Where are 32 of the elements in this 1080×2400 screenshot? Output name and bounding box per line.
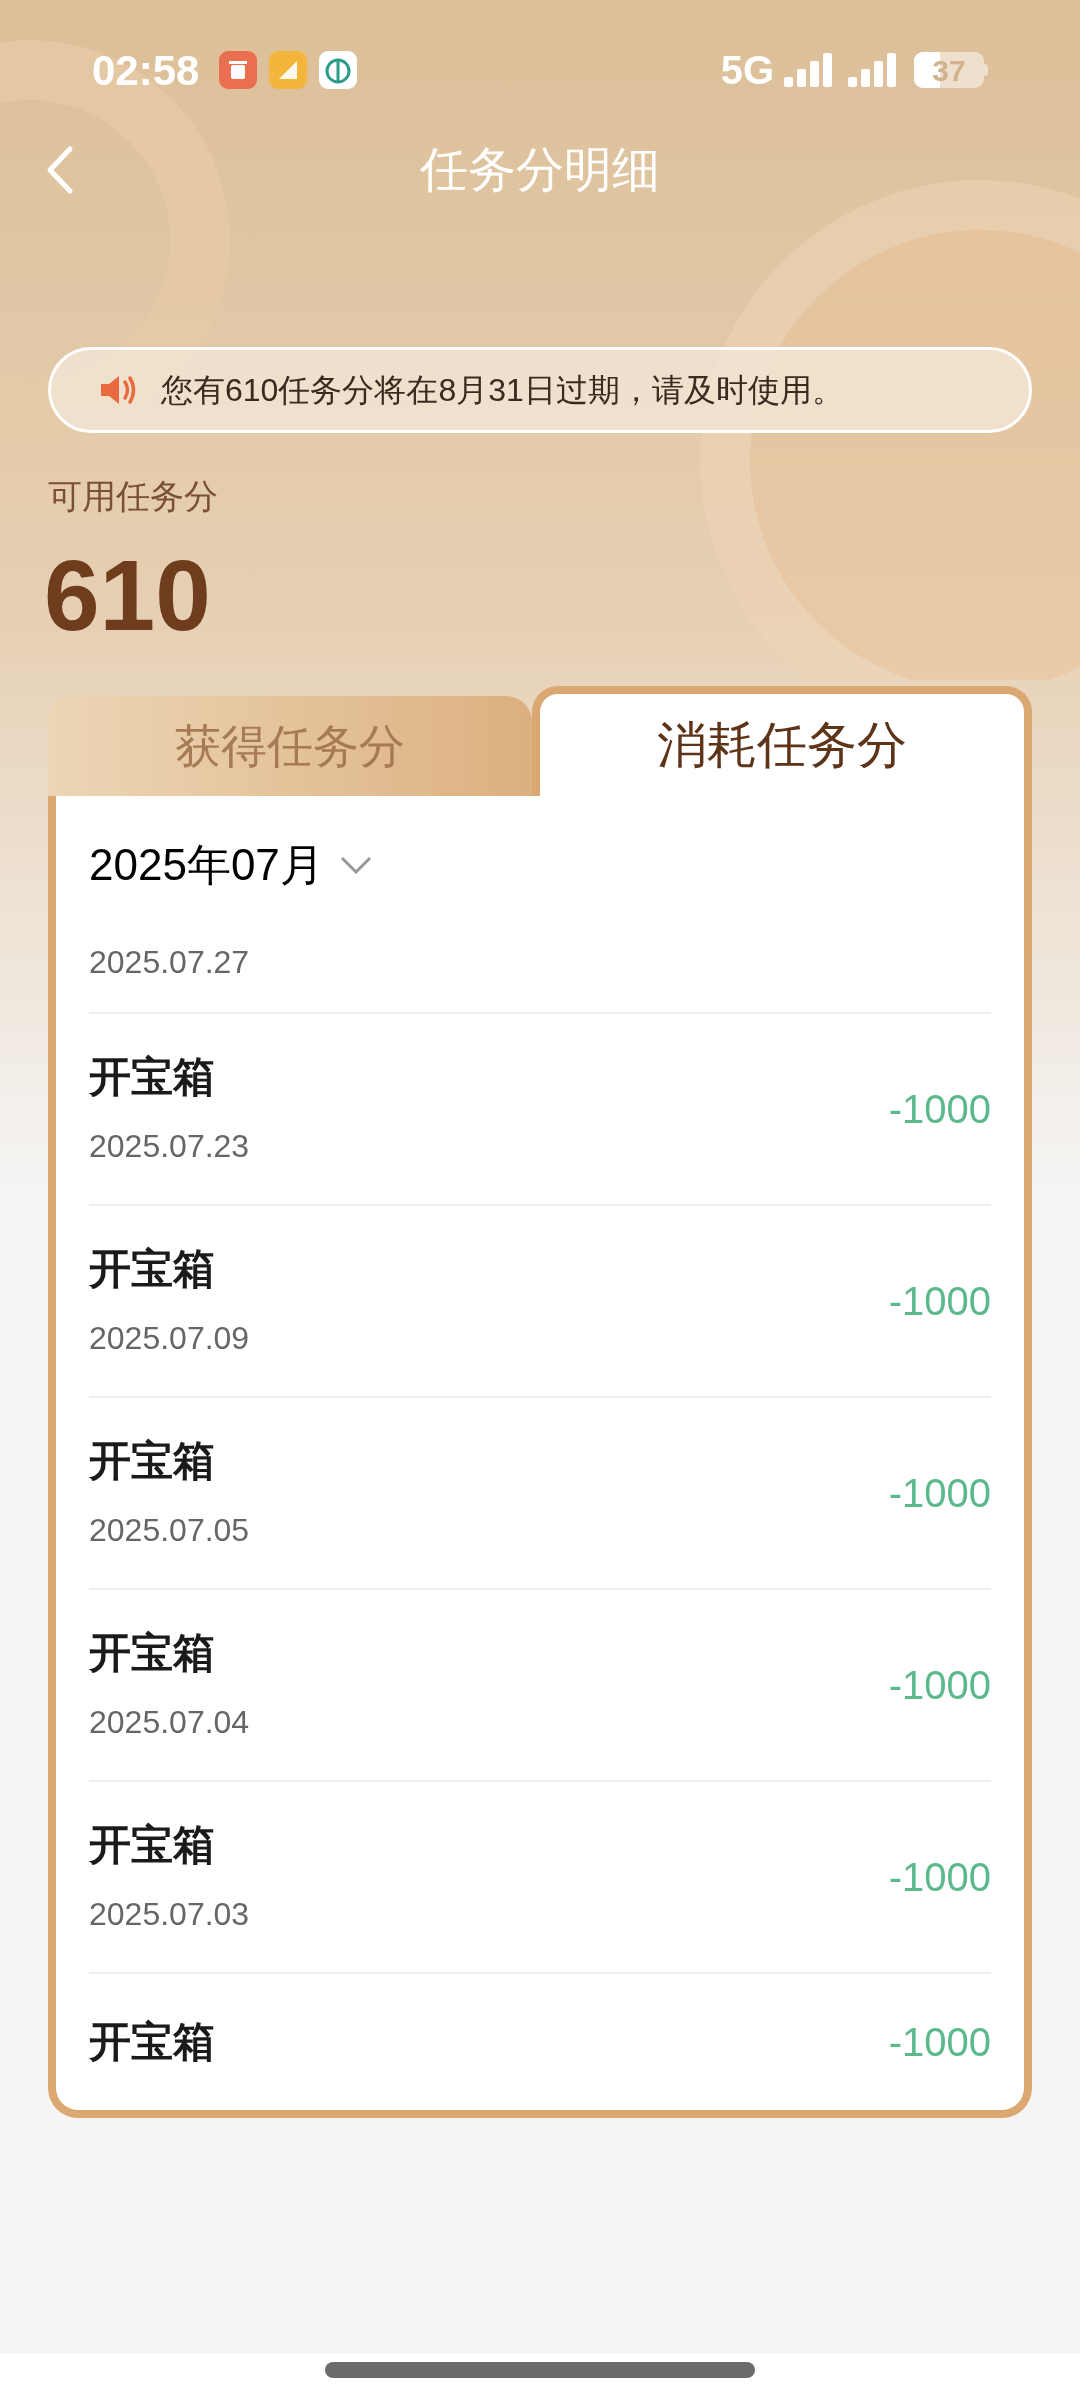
bank-app-icon (319, 51, 358, 89)
record-amount: -1000 (888, 1470, 991, 1517)
record-title: 开宝箱 (89, 1628, 216, 1678)
chevron-down-icon (339, 856, 372, 874)
network-type: 5G (720, 47, 774, 94)
record-title: 开宝箱 (89, 2017, 215, 2067)
record-amount: -1000 (888, 1854, 991, 1901)
tab[interactable]: 消耗任务分 (532, 686, 1032, 796)
month-picker[interactable]: 2025年07月 (89, 832, 372, 898)
battery-level: 37 (932, 52, 966, 88)
record-date: 2025.07.09 (89, 1319, 250, 1358)
record-date: 2025.07.23 (89, 1127, 250, 1166)
record-amount: -1000 (888, 2019, 991, 2066)
balance-label: 可用任务分 (48, 476, 218, 517)
home-indicator[interactable] (325, 2362, 755, 2378)
page-title: 任务分明细 (420, 142, 660, 198)
record-date: 2025.07.03 (89, 1895, 250, 1934)
record-amount: -1000 (888, 1278, 991, 1325)
record-date: 2025.07.04 (89, 1703, 250, 1742)
record-date: 2025.07.05 (89, 1511, 250, 1550)
record-title: 开宝箱 (89, 1052, 216, 1102)
balance-value: 610 (44, 540, 211, 650)
status-time: 02:58 (92, 45, 200, 96)
notice-text: 您有610任务分将在8月31日过期，请及时使用。 (161, 371, 844, 410)
record-title: 开宝箱 (89, 1436, 216, 1486)
record-title: 开宝箱 (89, 1244, 216, 1294)
note-app-icon (269, 51, 308, 89)
record-title: 开宝箱 (89, 1820, 216, 1870)
record-date: 2025.07.27 (89, 943, 250, 982)
record-amount: -1000 (888, 1662, 991, 1709)
trash-app-icon (219, 51, 258, 89)
record-amount: -1000 (888, 1086, 991, 1133)
